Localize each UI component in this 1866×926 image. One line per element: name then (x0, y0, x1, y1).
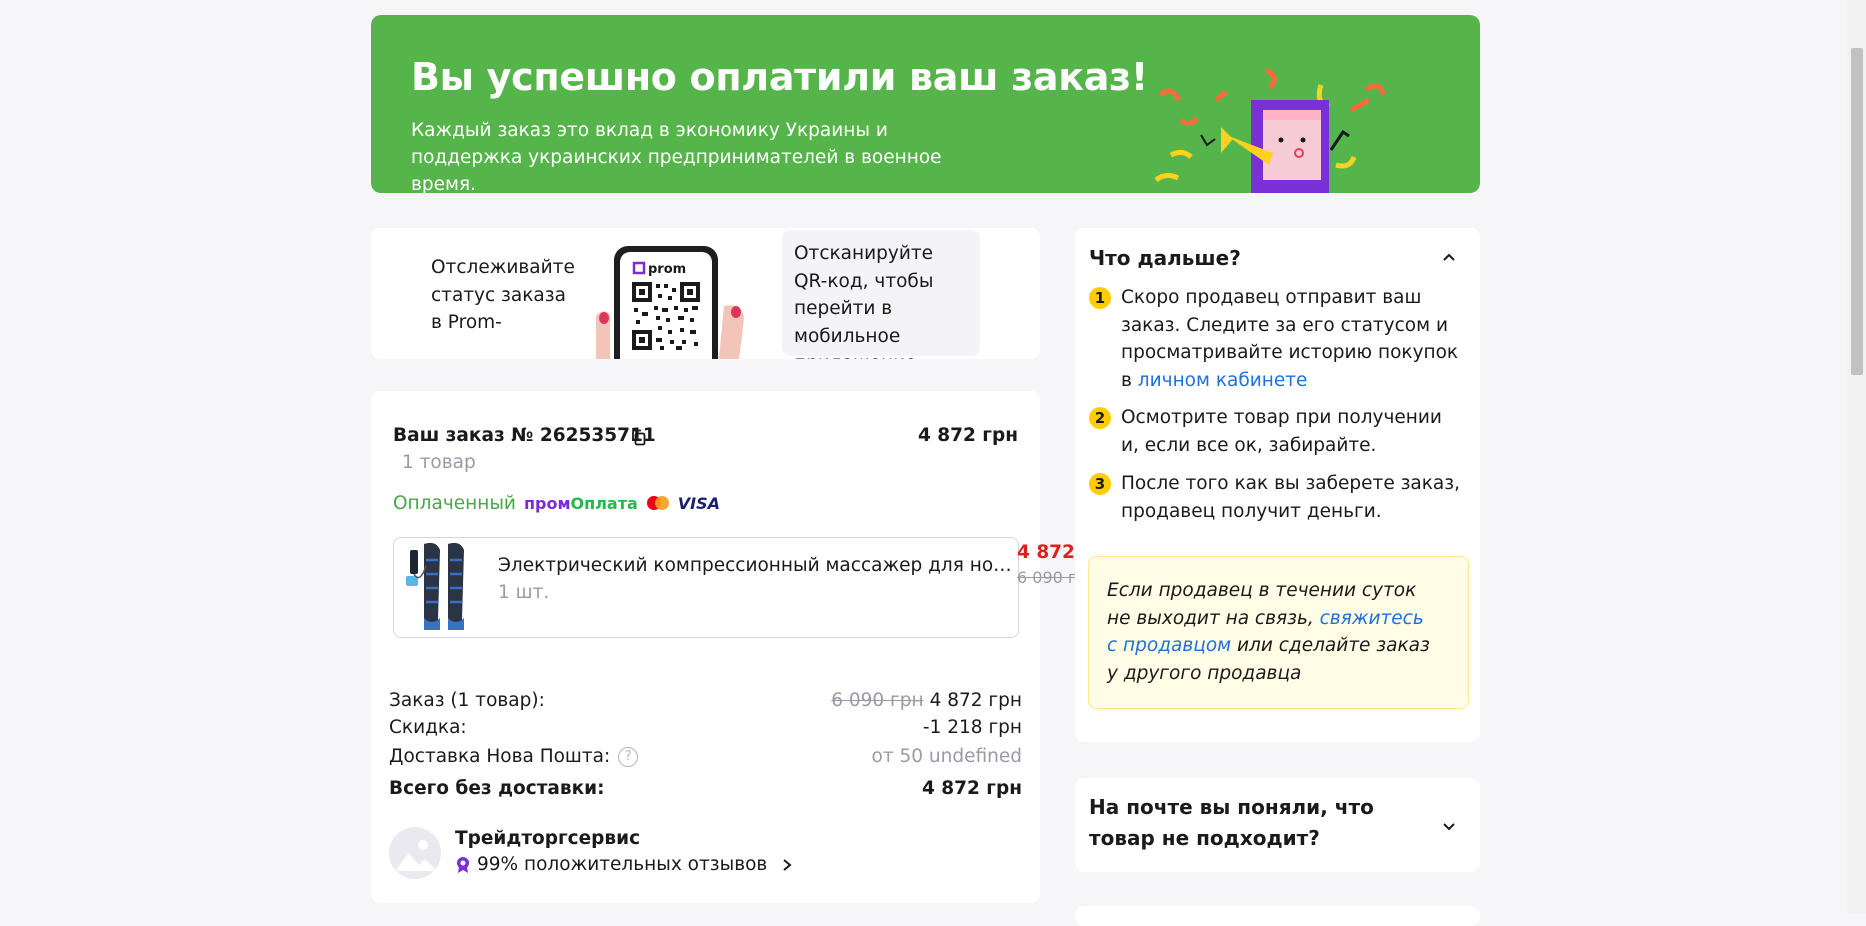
what-next-title[interactable]: Что дальше? (1089, 246, 1241, 270)
qr-hint-bubble: Отсканируйте QR-код, чтобы перейти в моб… (782, 230, 980, 359)
faq-title[interactable]: На почте вы поняли, что товар не подходи… (1089, 792, 1419, 854)
help-icon[interactable]: ? (618, 746, 639, 767)
step-number: 1 (1089, 287, 1111, 309)
banner-subtitle: Каждый заказ это вклад в экономику Украи… (411, 120, 942, 193)
order-items-count: 1 товар (402, 452, 476, 473)
step-2: 2 Осмотрите товар при получении и, если … (1089, 404, 1464, 459)
summary-order-old-price: 6 090 грн (831, 689, 924, 711)
seller-rating-text[interactable]: 99% положительных отзывов (477, 854, 767, 875)
order-total: 4 872 грн (917, 425, 1018, 446)
copy-icon[interactable] (631, 429, 647, 447)
product-item[interactable]: Электрический компрессионный массажер дл… (393, 537, 1019, 638)
summary-discount-value: -1 218 грн (922, 716, 1022, 738)
account-link[interactable]: личном кабинете (1138, 370, 1308, 391)
prom-pay-logo-part1: пром (523, 493, 571, 513)
qr-hint-text: Отсканируйте QR-код, чтобы перейти в моб… (794, 243, 934, 359)
product-name[interactable]: Электрический компрессионный массажер дл… (498, 555, 1013, 576)
product-image (406, 542, 464, 630)
summary-discount-label: Скидка: (389, 716, 467, 738)
summary-total-value: 4 872 грн (921, 777, 1022, 799)
prom-pay-logo: промОплата (524, 494, 638, 513)
step-number: 2 (1089, 407, 1111, 429)
summary-discount-row: Скидка: -1 218 грн (389, 714, 1022, 740)
summary-delivery-row: Доставка Нова Пошта:? от 50 undefined (389, 743, 1022, 769)
seller-contact-notice: Если продавец в течении суток не выходит… (1088, 556, 1469, 709)
step-1: 1 Скоро продавец отправит ваш заказ. Сле… (1089, 284, 1464, 394)
step-number: 3 (1089, 473, 1111, 495)
chevron-right-icon[interactable] (781, 858, 793, 872)
order-number: Ваш заказ № 262535711 (393, 425, 656, 446)
summary-order-value: 4 872 грн (929, 689, 1022, 711)
award-badge-icon (457, 856, 469, 873)
next-card-partial (1075, 906, 1480, 926)
seller-rating-link[interactable]: 99% положительных отзывов (455, 854, 793, 875)
success-banner: Вы успешно оплатили ваш заказ! Каждый за… (371, 15, 1480, 193)
seller-placeholder-icon (395, 840, 437, 871)
step-3: 3 После того как вы заберете заказ, прод… (1089, 470, 1464, 525)
step-text: После того как вы заберете заказ, продав… (1121, 473, 1460, 522)
prom-pay-logo-part2: Оплата (570, 493, 638, 513)
step-text: Осмотрите товар при получении и, если вс… (1121, 407, 1442, 456)
payment-status-row: Оплаченный промОплата VISA (393, 490, 720, 516)
phone-with-qr: prom (596, 246, 756, 359)
scrollbar-thumb[interactable] (1851, 48, 1863, 375)
summary-order-row: Заказ (1 товар): 6 090 грн 4 872 грн (389, 687, 1022, 713)
product-quantity: 1 шт. (498, 582, 550, 603)
summary-order-label: Заказ (1 товар): (389, 689, 545, 711)
summary-total-row: Всего без доставки: 4 872 грн (389, 775, 1022, 801)
faq-card[interactable]: На почте вы поняли, что товар не подходи… (1075, 778, 1480, 872)
celebration-illustration (1154, 67, 1387, 193)
banner-title: Вы успешно оплатили ваш заказ! (411, 55, 1148, 99)
paid-status: Оплаченный (393, 492, 516, 514)
track-status-text: Отслеживайте статус заказа в Prom- (431, 257, 575, 333)
summary-delivery-label: Доставка Нова Пошта: (389, 745, 611, 767)
summary-delivery-value: от 50 undefined (871, 745, 1022, 767)
phone-logo: prom (648, 262, 686, 277)
app-promo-card: Отслеживайте статус заказа в Prom- prom (371, 228, 1040, 359)
phone-qr-icon: prom (596, 246, 744, 359)
summary-total-label: Всего без доставки: (389, 777, 605, 799)
chevron-up-icon[interactable] (1443, 252, 1455, 264)
seller-name[interactable]: Трейдторгсервис (455, 828, 640, 849)
seller-avatar[interactable] (389, 827, 441, 879)
what-next-card: Что дальше? 1 Скоро продавец отправит ва… (1075, 228, 1480, 742)
mastercard-icon (646, 496, 669, 510)
chevron-down-icon[interactable] (1443, 820, 1455, 832)
visa-logo: VISA (677, 493, 721, 513)
order-card: Ваш заказ № 262535711 4 872 грн 1 товар … (371, 391, 1040, 903)
notice-text: Если продавец в течении суток не выходит… (1107, 577, 1437, 687)
